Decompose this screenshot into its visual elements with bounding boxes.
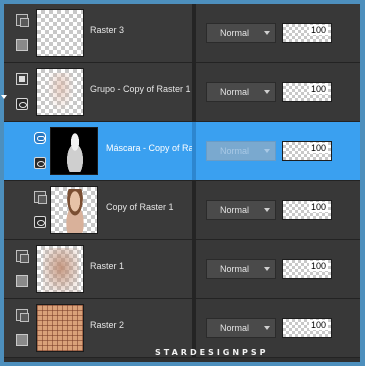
layer-thumbnail — [50, 127, 98, 175]
opacity-value: 100 — [308, 84, 328, 94]
blend-mode-value: Normal — [220, 323, 250, 333]
visibility-box-icon[interactable] — [16, 334, 28, 346]
opacity-field[interactable]: 100 — [282, 318, 332, 338]
group-icon — [16, 73, 28, 85]
stack-icon — [16, 250, 29, 263]
stack-icon — [16, 14, 29, 27]
layer-name: Grupo - Copy of Raster 1 — [90, 84, 191, 94]
opacity-field[interactable]: 100 — [282, 200, 332, 220]
layer-thumbnail — [36, 68, 84, 116]
opacity-field[interactable]: 100 — [282, 259, 332, 279]
layer-thumbnail — [36, 304, 84, 352]
opacity-value: 100 — [308, 320, 328, 330]
blend-mode-value: Normal — [220, 146, 250, 156]
opacity-value: 100 — [308, 261, 328, 271]
blend-mode-dropdown[interactable]: Normal — [206, 259, 276, 279]
chevron-down-icon — [264, 267, 270, 271]
layer-row-group[interactable]: Grupo - Copy of Raster 1 Normal 100 — [4, 63, 360, 122]
visibility-box-icon[interactable] — [16, 275, 28, 287]
layer-name: Raster 1 — [90, 261, 125, 271]
chevron-down-icon — [264, 90, 270, 94]
blend-mode-value: Normal — [220, 87, 250, 97]
blend-mode-dropdown: Normal — [206, 141, 276, 161]
blend-mode-dropdown[interactable]: Normal — [206, 82, 276, 102]
layer-row-raster-3[interactable]: Raster 3 Normal 100 — [4, 4, 360, 63]
layer-name: Raster 2 — [90, 320, 125, 330]
eye-icon[interactable] — [16, 98, 28, 110]
expand-arrow-icon[interactable] — [1, 95, 7, 99]
opacity-field[interactable]: 100 — [282, 141, 332, 161]
opacity-value: 100 — [308, 25, 328, 35]
eye-icon[interactable] — [34, 157, 46, 169]
chevron-down-icon — [264, 31, 270, 35]
opacity-value: 100 — [308, 143, 328, 153]
blend-mode-dropdown[interactable]: Normal — [206, 200, 276, 220]
opacity-field[interactable]: 100 — [282, 23, 332, 43]
layer-name: Máscara - Copy of Ras — [106, 143, 192, 153]
layer-name: Raster 3 — [90, 25, 125, 35]
layer-row-mask[interactable]: Máscara - Copy of Ras Normal 100 — [4, 122, 360, 181]
chevron-down-icon — [264, 326, 270, 330]
layers-panel: Raster 3 Normal 100 Grupo - Copy of Rast… — [4, 4, 360, 362]
layer-thumbnail — [36, 9, 84, 57]
layer-name: Copy of Raster 1 — [106, 202, 174, 212]
watermark-text: STARDESIGNPSP — [155, 348, 269, 357]
chevron-down-icon — [264, 149, 270, 153]
chevron-down-icon — [264, 208, 270, 212]
mask-icon — [34, 132, 46, 144]
blend-mode-value: Normal — [220, 205, 250, 215]
stack-icon — [34, 191, 47, 204]
eye-icon[interactable] — [34, 216, 46, 228]
opacity-value: 100 — [308, 202, 328, 212]
opacity-field[interactable]: 100 — [282, 82, 332, 102]
blend-mode-value: Normal — [220, 264, 250, 274]
layer-row-copy-of-raster-1[interactable]: Copy of Raster 1 Normal 100 — [4, 181, 360, 240]
blend-mode-dropdown[interactable]: Normal — [206, 23, 276, 43]
blend-mode-value: Normal — [220, 28, 250, 38]
layer-thumbnail — [36, 245, 84, 293]
blend-mode-dropdown[interactable]: Normal — [206, 318, 276, 338]
stack-icon — [16, 309, 29, 322]
layer-thumbnail — [50, 186, 98, 234]
visibility-box-icon[interactable] — [16, 39, 28, 51]
layer-row-raster-1[interactable]: Raster 1 Normal 100 — [4, 240, 360, 299]
